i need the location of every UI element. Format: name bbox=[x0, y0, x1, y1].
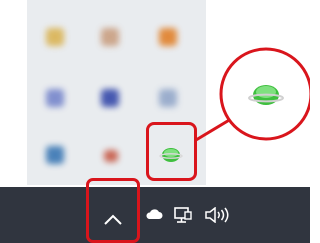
blurred-app-icon[interactable] bbox=[46, 146, 64, 164]
network-icon[interactable] bbox=[173, 206, 193, 224]
blurred-app-icon[interactable] bbox=[46, 89, 64, 107]
green-globe-icon bbox=[159, 148, 183, 162]
blurred-app-icon[interactable] bbox=[101, 28, 119, 46]
green-globe-icon-magnified bbox=[248, 85, 284, 105]
blurred-app-icon[interactable] bbox=[159, 28, 177, 46]
highlighted-tray-icon[interactable] bbox=[146, 122, 197, 181]
blurred-app-icon[interactable] bbox=[46, 28, 64, 46]
chevron-up-icon bbox=[104, 214, 122, 225]
volume-icon[interactable] bbox=[204, 207, 232, 223]
blurred-app-icon[interactable] bbox=[159, 89, 177, 107]
cloud-icon[interactable] bbox=[145, 208, 163, 220]
show-hidden-icons-button[interactable] bbox=[86, 178, 140, 243]
blurred-app-icon[interactable] bbox=[104, 150, 118, 162]
blurred-app-icon[interactable] bbox=[101, 89, 119, 107]
